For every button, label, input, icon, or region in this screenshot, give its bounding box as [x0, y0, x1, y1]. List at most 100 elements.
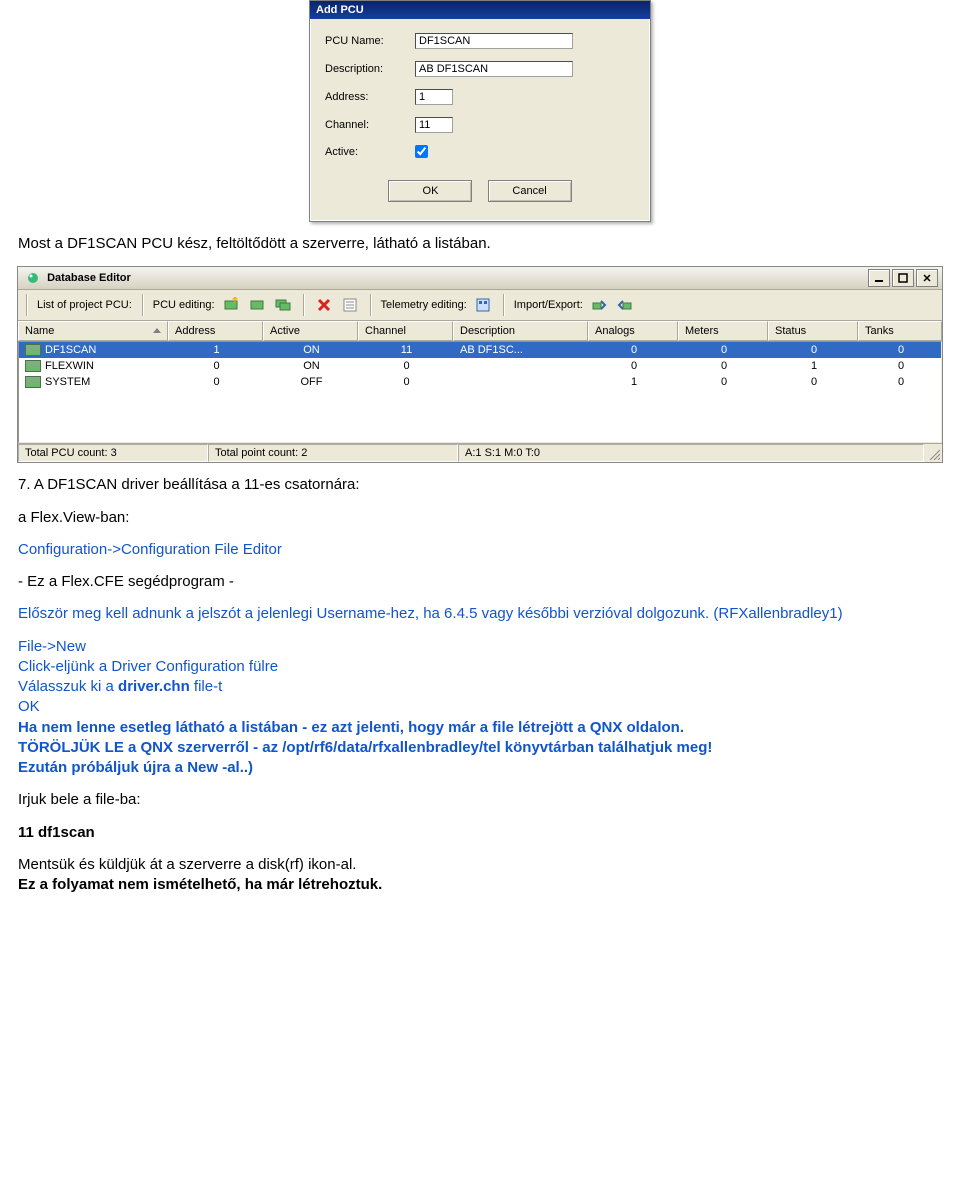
- heading-7: 7. A DF1SCAN driver beállítása a 11-es c…: [18, 475, 942, 495]
- warn3: Ezután próbáljuk újra a New -al..): [18, 759, 253, 776]
- password-note: Először meg kell adnunk a jelszót a jele…: [18, 604, 942, 624]
- cell: [454, 375, 589, 389]
- edit-pcu-icon[interactable]: [247, 295, 267, 315]
- select-file-post: file-t: [190, 678, 223, 695]
- table-row[interactable]: SYSTEM0OFF01000: [19, 374, 941, 390]
- cell: 0: [679, 343, 769, 357]
- telemetry-label: Telemetry editing:: [381, 299, 467, 311]
- pcu-name-label: PCU Name:: [325, 35, 415, 47]
- cell: ON: [264, 359, 359, 373]
- table-row[interactable]: DF1SCAN1ON11AB DF1SC...0000: [19, 342, 941, 358]
- cell: 0: [859, 359, 943, 373]
- cell: 0: [359, 375, 454, 389]
- active-checkbox[interactable]: [415, 145, 428, 158]
- pcu-icon: [25, 360, 41, 372]
- cfe-path: Configuration->Configuration File Editor: [18, 540, 942, 560]
- address-label: Address:: [325, 91, 415, 103]
- resize-grip[interactable]: [924, 444, 942, 462]
- cancel-button[interactable]: Cancel: [488, 180, 572, 202]
- grid-header: Name Address Active Channel Description …: [18, 321, 942, 341]
- col-active[interactable]: Active: [263, 321, 358, 341]
- properties-icon[interactable]: [340, 295, 360, 315]
- address-input[interactable]: [415, 89, 453, 105]
- pcu-name-input[interactable]: [415, 33, 573, 49]
- cell: 0: [589, 359, 679, 373]
- save-line1: Mentsük és küldjük át a szerverre a disk…: [18, 856, 356, 873]
- status-bar: Total PCU count: 3 Total point count: 2 …: [18, 443, 942, 462]
- select-file-pre: Válasszuk ki a: [18, 678, 118, 695]
- delete-icon[interactable]: [314, 295, 334, 315]
- col-description[interactable]: Description: [453, 321, 588, 341]
- paragraph: - Ez a Flex.CFE segédprogram -: [18, 572, 942, 592]
- dialog-title: Add PCU: [316, 4, 364, 16]
- copy-pcu-icon[interactable]: [273, 295, 293, 315]
- col-channel[interactable]: Channel: [358, 321, 453, 341]
- cell: 0: [859, 343, 943, 357]
- cell: DF1SCAN: [19, 343, 169, 357]
- cell: 0: [359, 359, 454, 373]
- channel-input[interactable]: [415, 117, 453, 133]
- new-pcu-icon[interactable]: [221, 295, 241, 315]
- cell: AB DF1SC...: [454, 343, 589, 357]
- cell: FLEXWIN: [19, 359, 169, 373]
- save-line2: Ez a folyamat nem ismételhető, ha már lé…: [18, 876, 382, 893]
- paragraph: Most a DF1SCAN PCU kész, feltöltődött a …: [18, 234, 942, 254]
- cell: 1: [589, 375, 679, 389]
- channel-label: Channel:: [325, 119, 415, 131]
- click-tab: Click-eljünk a Driver Configuration fülr…: [18, 658, 278, 675]
- pcu-icon: [25, 376, 41, 388]
- warn2: TÖRÖLJÜK LE a QNX szerverről - az /opt/r…: [18, 739, 712, 756]
- ok-button[interactable]: OK: [388, 180, 472, 202]
- col-tanks[interactable]: Tanks: [858, 321, 942, 341]
- col-meters[interactable]: Meters: [678, 321, 768, 341]
- description-input[interactable]: [415, 61, 573, 77]
- cell: 0: [769, 375, 859, 389]
- code-line: 11 df1scan: [18, 823, 942, 843]
- cell: 0: [679, 359, 769, 373]
- export-icon[interactable]: [615, 295, 635, 315]
- close-button[interactable]: [916, 269, 938, 287]
- minimize-button[interactable]: [868, 269, 890, 287]
- cell: 1: [169, 343, 264, 357]
- col-name[interactable]: Name: [18, 321, 168, 341]
- cell: 0: [859, 375, 943, 389]
- pcu-editing-label: PCU editing:: [153, 299, 215, 311]
- cell: [454, 359, 589, 373]
- grid-body: DF1SCAN1ON11AB DF1SC...0000FLEXWIN0ON000…: [18, 341, 942, 443]
- dialog-titlebar[interactable]: Add PCU: [310, 1, 650, 19]
- cell: 0: [679, 375, 769, 389]
- col-analogs[interactable]: Analogs: [588, 321, 678, 341]
- cell: 0: [589, 343, 679, 357]
- active-label: Active:: [325, 146, 415, 158]
- cell: OFF: [264, 375, 359, 389]
- status-coords: A:1 S:1 M:0 T:0: [458, 444, 924, 462]
- cell: ON: [264, 343, 359, 357]
- select-file-name: driver.chn: [118, 678, 190, 695]
- status-total-point: Total point count: 2: [208, 444, 458, 462]
- window-titlebar[interactable]: Database Editor: [18, 267, 942, 290]
- maximize-button[interactable]: [892, 269, 914, 287]
- warn1: Ha nem lenne esetleg látható a listában …: [18, 719, 684, 736]
- window-title: Database Editor: [47, 272, 131, 284]
- database-icon: [26, 272, 47, 284]
- cell: 1: [769, 359, 859, 373]
- cell: 11: [359, 343, 454, 357]
- toolbar: List of project PCU: PCU editing: Teleme…: [18, 290, 942, 321]
- cell: 0: [169, 375, 264, 389]
- add-pcu-dialog: Add PCU PCU Name: Description: Address: …: [309, 0, 651, 222]
- col-status[interactable]: Status: [768, 321, 858, 341]
- cell: SYSTEM: [19, 375, 169, 389]
- status-total-pcu: Total PCU count: 3: [18, 444, 208, 462]
- database-editor-window: Database Editor List of project PCU: PCU…: [17, 266, 943, 463]
- cell: 0: [169, 359, 264, 373]
- ok-text: OK: [18, 698, 40, 715]
- import-export-label: Import/Export:: [514, 299, 583, 311]
- import-icon[interactable]: [589, 295, 609, 315]
- description-label: Description:: [325, 63, 415, 75]
- list-label: List of project PCU:: [37, 299, 132, 311]
- pcu-icon: [25, 344, 41, 356]
- file-new: File->New: [18, 638, 86, 655]
- table-row[interactable]: FLEXWIN0ON00010: [19, 358, 941, 374]
- telemetry-icon[interactable]: [473, 295, 493, 315]
- col-address[interactable]: Address: [168, 321, 263, 341]
